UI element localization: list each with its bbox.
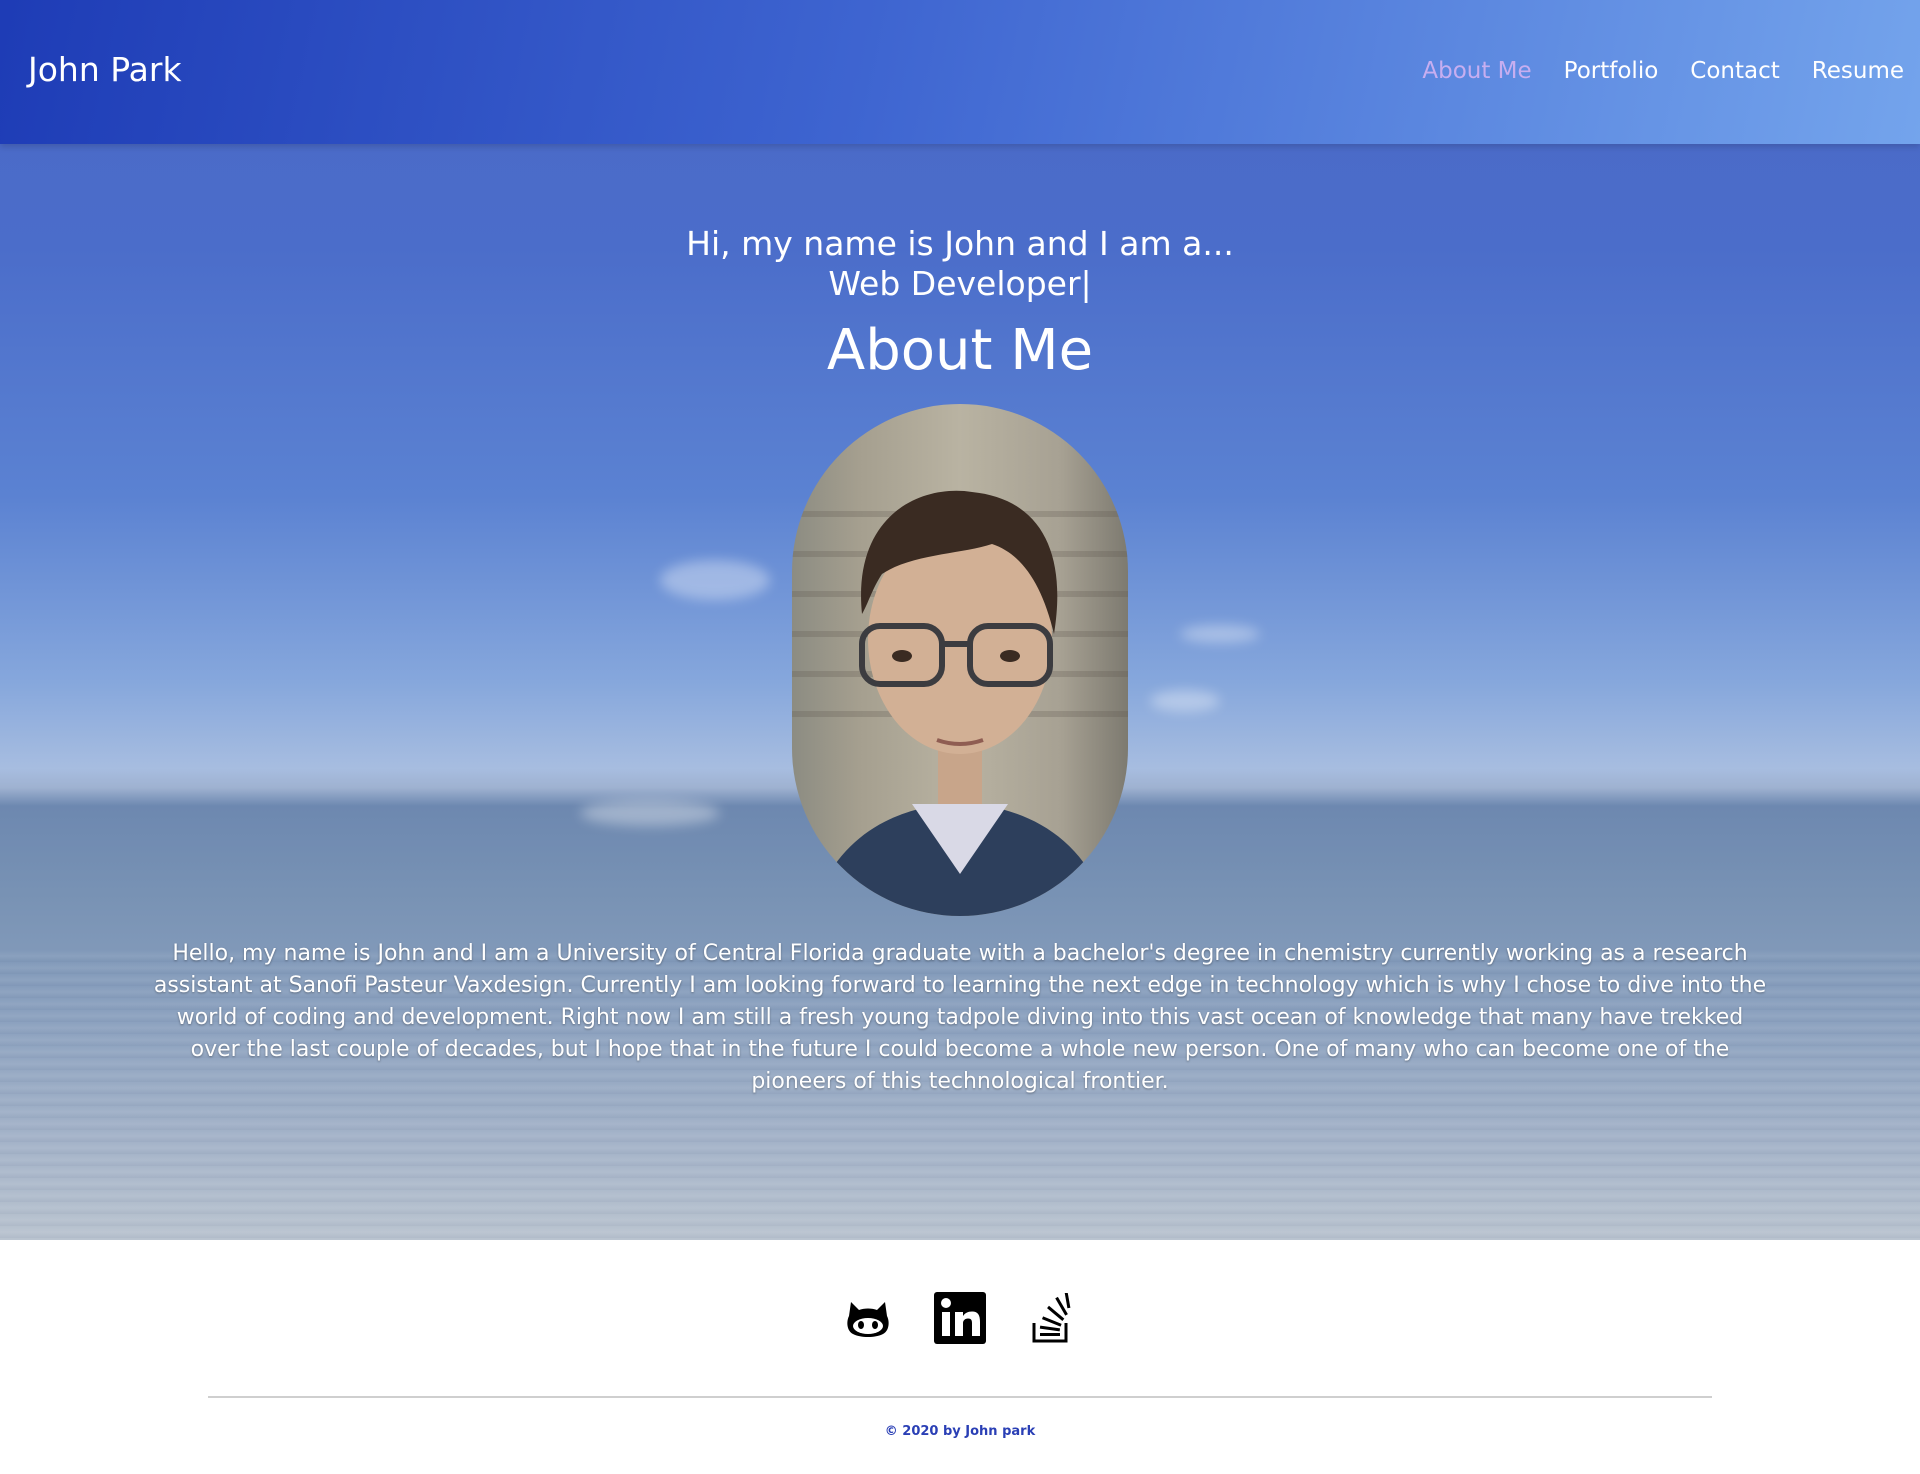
bio-paragraph: Hello, my name is John and I am a Univer…	[153, 941, 1767, 1094]
github-icon[interactable]	[840, 1290, 896, 1346]
nav-about-me[interactable]: About Me	[1422, 58, 1531, 84]
typed-role: Web Developer|	[828, 264, 1092, 303]
nav-portfolio[interactable]: Portfolio	[1564, 58, 1659, 84]
site-footer: © 2020 by John park	[0, 1240, 1920, 1474]
brand-name[interactable]: John Park	[28, 50, 182, 89]
nav-resume[interactable]: Resume	[1812, 58, 1904, 84]
copyright-text: © 2020 by John park	[884, 1424, 1036, 1439]
main-nav: About Me Portfolio Contact Resume	[1422, 58, 1904, 84]
site-header: John Park About Me Portfolio Contact Res…	[0, 0, 1920, 144]
profile-photo	[792, 404, 1128, 916]
page-title: About Me	[826, 318, 1094, 383]
footer-divider	[208, 1396, 1712, 1398]
linkedin-icon[interactable]	[932, 1290, 988, 1346]
intro-line: Hi, my name is John and I am a...	[686, 224, 1234, 263]
nav-contact[interactable]: Contact	[1690, 58, 1779, 84]
stackoverflow-icon[interactable]	[1024, 1290, 1080, 1346]
social-links	[0, 1290, 1920, 1346]
intro-text: Hi, my name is John and I am a... Web De…	[0, 224, 1920, 304]
